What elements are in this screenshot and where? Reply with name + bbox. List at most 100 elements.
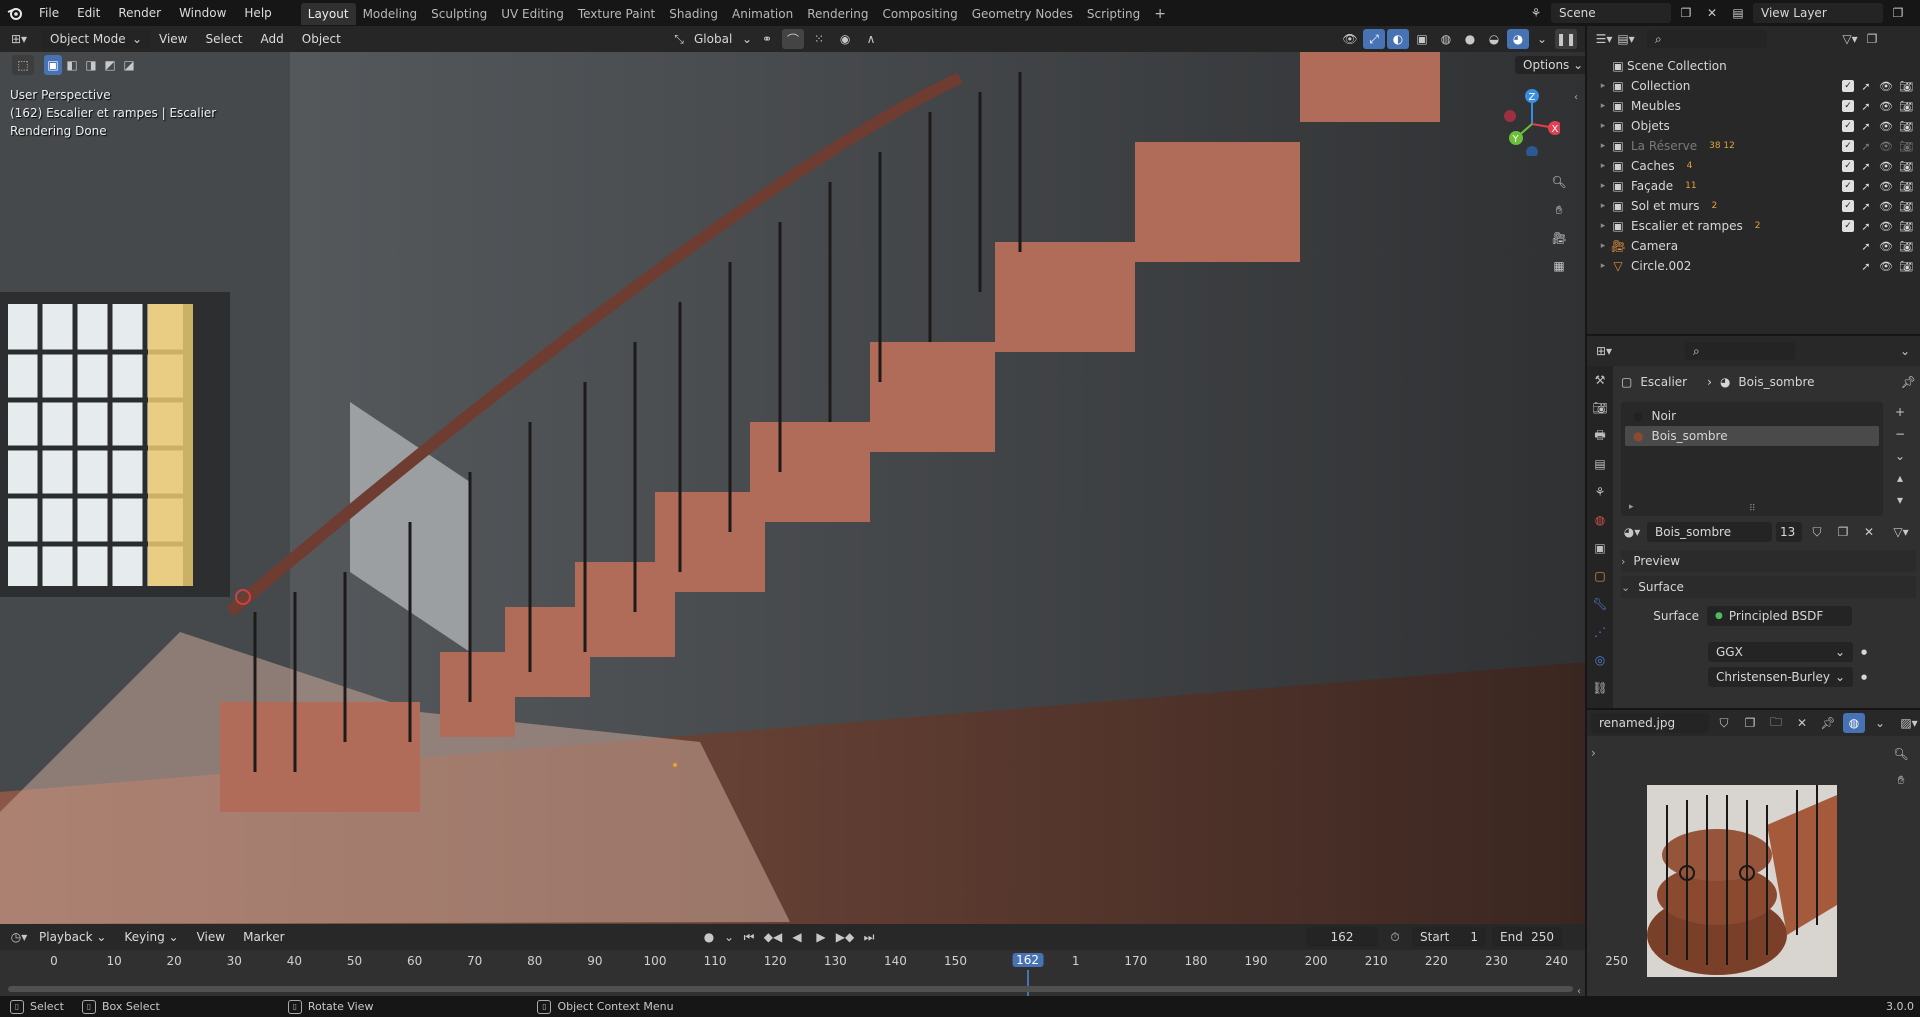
select-arrow-icon[interactable]: ➚ — [1858, 140, 1874, 153]
add-slot-icon[interactable]: + — [1889, 402, 1911, 422]
mode-select[interactable]: Object Mode ⌄ — [42, 29, 150, 49]
move-slot-up-icon[interactable]: ▴ — [1889, 468, 1911, 488]
select-arrow-icon[interactable]: ➚ — [1858, 160, 1874, 173]
material-user-count[interactable]: 13 — [1776, 522, 1802, 542]
expand-triangle-icon[interactable]: ▸ — [1597, 101, 1609, 111]
select-subtract-icon[interactable]: ◨ — [82, 55, 100, 75]
select-arrow-icon[interactable]: ➚ — [1858, 260, 1874, 273]
menu-file[interactable]: File — [30, 0, 68, 26]
tab-rendering[interactable]: Rendering — [800, 3, 875, 25]
collapse-sidebar-icon[interactable]: ‹ — [1574, 92, 1578, 103]
exclude-checkbox[interactable]: ✓ — [1842, 120, 1854, 132]
xray-icon[interactable]: ▣ — [1411, 29, 1433, 49]
duplicate-material-icon[interactable]: ❐ — [1832, 522, 1854, 542]
tab-sculpting[interactable]: Sculpting — [424, 3, 494, 25]
slot-specials-icon[interactable]: ⌄ — [1889, 446, 1911, 466]
eye-icon[interactable]: 👁 — [1878, 180, 1894, 193]
select-arrow-icon[interactable]: ➚ — [1858, 240, 1874, 253]
zoom-icon[interactable]: 🔍︎ — [1548, 172, 1570, 192]
pause-render-icon[interactable]: ❚❚ — [1555, 29, 1577, 49]
physics-tab-icon[interactable]: ◎ — [1587, 646, 1613, 674]
expand-triangle-icon[interactable]: ▸ — [1597, 261, 1609, 271]
image-overlay-icon[interactable]: ◍ — [1843, 713, 1865, 733]
viewport-menu-add[interactable]: Add — [252, 26, 293, 52]
tab-modeling[interactable]: Modeling — [356, 3, 425, 25]
start-frame-field[interactable]: Start 1 — [1412, 927, 1486, 947]
expand-triangle-icon[interactable]: ▸ — [1629, 502, 1634, 512]
open-image-icon[interactable]: 🗀︎ — [1765, 713, 1787, 733]
eye-icon[interactable]: 👁 — [1878, 120, 1894, 133]
ortho-grid-icon[interactable]: ▦ — [1548, 256, 1570, 276]
material-shading-icon[interactable]: ◒ — [1483, 29, 1505, 49]
viewport-menu-object[interactable]: Object — [293, 26, 350, 52]
navigation-gizmo[interactable]: Z X Y — [1500, 86, 1562, 158]
delete-view-layer-icon[interactable]: ✕ — [1913, 3, 1920, 23]
render-camera-icon[interactable]: 📷︎ — [1898, 100, 1914, 113]
eye-icon[interactable]: 👁 — [1878, 220, 1894, 233]
add-workspace-button[interactable]: + — [1147, 3, 1173, 25]
current-frame-field[interactable]: 162 — [1306, 927, 1378, 947]
eye-icon[interactable]: 👁 — [1878, 140, 1894, 153]
outliner-item[interactable]: ▸ ▣ Escalier et rampes 2 ✓ ➚ 👁 📷︎ — [1597, 216, 1920, 236]
end-frame-field[interactable]: End 250 — [1492, 927, 1562, 947]
pin-icon[interactable]: 📌︎ — [1817, 713, 1839, 733]
timeline-menu-keying[interactable]: Keying ⌄ — [115, 924, 187, 950]
viewport-menu-select[interactable]: Select — [196, 26, 251, 52]
shading-options-icon[interactable]: ⌄ — [1531, 29, 1553, 49]
play-icon[interactable]: ▶ — [810, 927, 832, 947]
jump-prev-keyframe-icon[interactable]: ◆◀ — [762, 927, 784, 947]
expand-triangle-icon[interactable]: ▸ — [1597, 241, 1609, 251]
outliner-item[interactable]: ▸ ▣ Objets ✓ ➚ 👁 📷︎ — [1597, 116, 1920, 136]
render-camera-icon[interactable]: 📷︎ — [1898, 140, 1914, 153]
select-invert-icon[interactable]: ◩ — [101, 55, 119, 75]
select-new-icon[interactable]: ▣ — [44, 55, 62, 75]
transform-orientation-select[interactable]: Global — [694, 32, 738, 46]
timeline-ruler[interactable]: 0 10 20 30 40 50 60 70 80 90 100 110 120 130 140 150 1 17… — [0, 953, 1628, 1004]
properties-editor-type-icon[interactable]: ⊞▾ — [1593, 341, 1615, 361]
timeline-scrollbar[interactable] — [8, 986, 1573, 992]
filter-icon[interactable]: ▽▾ — [1839, 29, 1861, 49]
render-tab-icon[interactable]: 📷︎ — [1587, 394, 1613, 422]
exclude-checkbox[interactable]: ✓ — [1842, 220, 1854, 232]
exclude-checkbox[interactable]: ✓ — [1842, 80, 1854, 92]
material-link-icon[interactable]: ▽▾ — [1890, 522, 1912, 542]
new-image-icon[interactable]: ❐ — [1739, 713, 1761, 733]
proportional-edit-icon[interactable]: ◉ — [834, 29, 856, 49]
render-camera-icon[interactable]: 📷︎ — [1898, 240, 1914, 253]
editor-type-icon[interactable]: ⊞▾ — [8, 29, 30, 49]
timeline-menu-marker[interactable]: Marker — [234, 924, 293, 950]
blender-logo-icon[interactable] — [0, 6, 30, 20]
select-arrow-icon[interactable]: ➚ — [1858, 100, 1874, 113]
outliner-item[interactable]: ▸ ▽ Circle.002 ➚ 👁 📷︎ — [1597, 256, 1920, 276]
rendered-shading-icon[interactable]: ◕ — [1507, 29, 1529, 49]
jump-start-icon[interactable]: ⏮ — [738, 927, 760, 947]
pan-hand-icon[interactable]: ✋︎ — [1548, 200, 1570, 220]
render-camera-icon[interactable]: 📷︎ — [1898, 260, 1914, 273]
scene-icon[interactable]: ⚘ — [1525, 3, 1547, 23]
stopwatch-icon[interactable]: ⏱ — [1384, 927, 1406, 947]
outliner-scene-collection[interactable]: ▣ Scene Collection — [1609, 56, 1920, 76]
outliner-item[interactable]: ▸ ▣ Caches 4 ✓ ➚ 👁 📷︎ — [1597, 156, 1920, 176]
expand-triangle-icon[interactable]: ▸ — [1597, 81, 1609, 91]
tab-compositing[interactable]: Compositing — [875, 3, 964, 25]
expand-triangle-icon[interactable]: ▸ — [1597, 141, 1609, 151]
viewport-menu-view[interactable]: View — [150, 26, 196, 52]
render-camera-icon[interactable]: 📷︎ — [1898, 120, 1914, 133]
3d-viewport[interactable]: User Perspective (162) Escalier et rampe… — [0, 52, 1585, 924]
playhead-frame-label[interactable]: 162 — [1012, 953, 1044, 967]
solid-shading-icon[interactable]: ● — [1459, 29, 1481, 49]
render-camera-icon[interactable]: 📷︎ — [1898, 160, 1914, 173]
output-tab-icon[interactable]: 🖶︎ — [1587, 422, 1613, 450]
select-arrow-icon[interactable]: ➚ — [1858, 180, 1874, 193]
pan-hand-icon[interactable]: ✋︎ — [1890, 770, 1912, 790]
jump-next-keyframe-icon[interactable]: ▶◆ — [834, 927, 856, 947]
view-layer-icon[interactable]: ▤ — [1727, 3, 1749, 23]
snap-target-icon[interactable]: ⁙ — [808, 29, 830, 49]
fake-user-shield-icon[interactable]: ⛉ — [1713, 713, 1735, 733]
socket-dot-icon[interactable]: ● — [1861, 648, 1867, 656]
gizmo-toggle-icon[interactable]: ⤢ — [1363, 29, 1385, 49]
wireframe-shading-icon[interactable]: ◍ — [1435, 29, 1457, 49]
outliner-editor-type-icon[interactable]: ☰▾ — [1593, 29, 1615, 49]
tab-scripting[interactable]: Scripting — [1080, 3, 1147, 25]
new-scene-icon[interactable]: ❐ — [1675, 3, 1697, 23]
